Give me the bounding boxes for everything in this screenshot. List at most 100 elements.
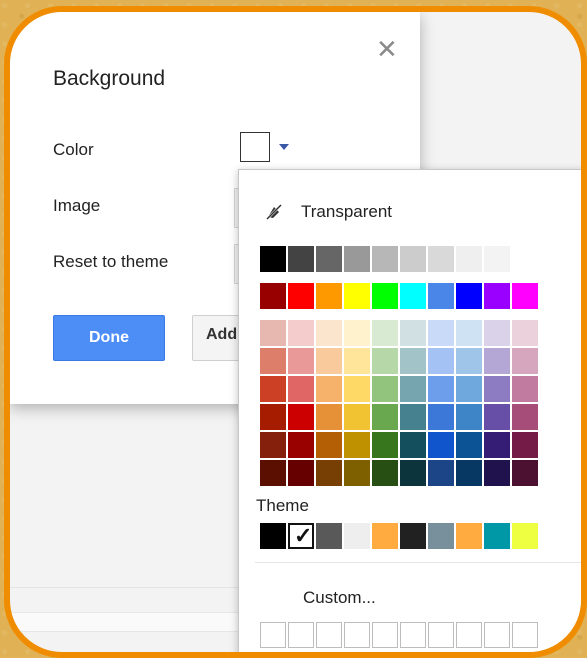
color-swatch[interactable]: [344, 320, 370, 346]
color-swatch[interactable]: [372, 348, 398, 374]
color-swatch[interactable]: [344, 348, 370, 374]
custom-color-slot[interactable]: [428, 622, 454, 648]
color-swatch[interactable]: [428, 320, 454, 346]
color-swatch[interactable]: [484, 348, 510, 374]
color-swatch[interactable]: [316, 432, 342, 458]
color-swatch[interactable]: [428, 283, 454, 309]
close-icon[interactable]: ✕: [376, 36, 398, 62]
color-swatch[interactable]: [484, 283, 510, 309]
color-swatch[interactable]: [260, 376, 286, 402]
theme-color-swatch[interactable]: [512, 523, 538, 549]
color-swatch[interactable]: [288, 320, 314, 346]
custom-color-slot[interactable]: [456, 622, 482, 648]
custom-color-slot[interactable]: [344, 622, 370, 648]
custom-color-slot[interactable]: [316, 622, 342, 648]
color-swatch[interactable]: [400, 376, 426, 402]
color-swatch[interactable]: [288, 432, 314, 458]
theme-color-swatch[interactable]: [400, 523, 426, 549]
color-swatch[interactable]: [456, 404, 482, 430]
color-swatch[interactable]: [484, 376, 510, 402]
color-swatch[interactable]: [484, 460, 510, 486]
color-swatch[interactable]: [372, 320, 398, 346]
custom-color-slot[interactable]: [372, 622, 398, 648]
color-swatch[interactable]: [400, 283, 426, 309]
theme-color-swatch[interactable]: ✓: [288, 523, 314, 549]
color-swatch[interactable]: [260, 320, 286, 346]
color-swatch[interactable]: [316, 348, 342, 374]
color-swatch[interactable]: [288, 404, 314, 430]
custom-color-slot[interactable]: [260, 622, 286, 648]
color-swatch[interactable]: [260, 404, 286, 430]
color-swatch[interactable]: [456, 246, 482, 272]
color-swatch[interactable]: [400, 460, 426, 486]
color-swatch[interactable]: [400, 404, 426, 430]
color-swatch[interactable]: [400, 246, 426, 272]
color-swatch[interactable]: [484, 432, 510, 458]
color-swatch[interactable]: [400, 348, 426, 374]
color-swatch[interactable]: [316, 320, 342, 346]
custom-color-slot[interactable]: [288, 622, 314, 648]
color-swatch[interactable]: [260, 283, 286, 309]
color-swatch[interactable]: [456, 348, 482, 374]
color-swatch[interactable]: [428, 460, 454, 486]
color-swatch[interactable]: [484, 320, 510, 346]
color-swatch[interactable]: [344, 376, 370, 402]
color-swatch[interactable]: [260, 460, 286, 486]
color-swatch[interactable]: [344, 432, 370, 458]
color-swatch[interactable]: [316, 404, 342, 430]
color-swatch[interactable]: [288, 348, 314, 374]
color-swatch[interactable]: [456, 376, 482, 402]
color-swatch[interactable]: [288, 460, 314, 486]
color-swatch[interactable]: [428, 432, 454, 458]
color-swatch[interactable]: [512, 404, 538, 430]
color-swatch[interactable]: [512, 376, 538, 402]
color-swatch[interactable]: [288, 246, 314, 272]
theme-color-swatch[interactable]: [428, 523, 454, 549]
color-swatch[interactable]: [372, 404, 398, 430]
color-swatch[interactable]: [512, 348, 538, 374]
color-swatch[interactable]: [372, 246, 398, 272]
color-swatch[interactable]: [456, 283, 482, 309]
color-swatch[interactable]: [344, 460, 370, 486]
transparent-option[interactable]: Transparent: [265, 200, 392, 224]
color-swatch[interactable]: [316, 246, 342, 272]
color-swatch[interactable]: [400, 432, 426, 458]
custom-color-option[interactable]: Custom...: [303, 588, 376, 608]
color-swatch[interactable]: [316, 460, 342, 486]
color-swatch[interactable]: [400, 320, 426, 346]
color-swatch[interactable]: [512, 320, 538, 346]
color-swatch[interactable]: [428, 376, 454, 402]
theme-color-swatch[interactable]: [260, 523, 286, 549]
color-swatch[interactable]: [344, 246, 370, 272]
theme-color-swatch[interactable]: [344, 523, 370, 549]
color-swatch[interactable]: [316, 283, 342, 309]
color-swatch[interactable]: [288, 376, 314, 402]
theme-color-swatch[interactable]: [484, 523, 510, 549]
color-swatch[interactable]: [512, 283, 538, 309]
color-swatch[interactable]: [428, 246, 454, 272]
color-swatch[interactable]: [456, 320, 482, 346]
color-swatch[interactable]: [260, 246, 286, 272]
color-swatch[interactable]: [428, 348, 454, 374]
custom-color-slot[interactable]: [512, 622, 538, 648]
theme-color-swatch[interactable]: [456, 523, 482, 549]
color-swatch[interactable]: [260, 432, 286, 458]
color-swatch[interactable]: [372, 376, 398, 402]
color-swatch[interactable]: [260, 348, 286, 374]
custom-color-slot[interactable]: [484, 622, 510, 648]
color-swatch[interactable]: [316, 376, 342, 402]
color-swatch[interactable]: [344, 404, 370, 430]
color-swatch[interactable]: [288, 283, 314, 309]
color-swatch[interactable]: [428, 404, 454, 430]
color-swatch[interactable]: [512, 432, 538, 458]
color-dropdown-button[interactable]: [238, 130, 302, 168]
done-button[interactable]: Done: [53, 315, 165, 361]
color-swatch[interactable]: [484, 246, 510, 272]
color-swatch[interactable]: [372, 283, 398, 309]
color-swatch[interactable]: [456, 432, 482, 458]
theme-color-swatch[interactable]: [372, 523, 398, 549]
color-swatch[interactable]: [512, 246, 538, 272]
color-swatch[interactable]: [372, 460, 398, 486]
color-swatch[interactable]: [484, 404, 510, 430]
color-swatch[interactable]: [456, 460, 482, 486]
